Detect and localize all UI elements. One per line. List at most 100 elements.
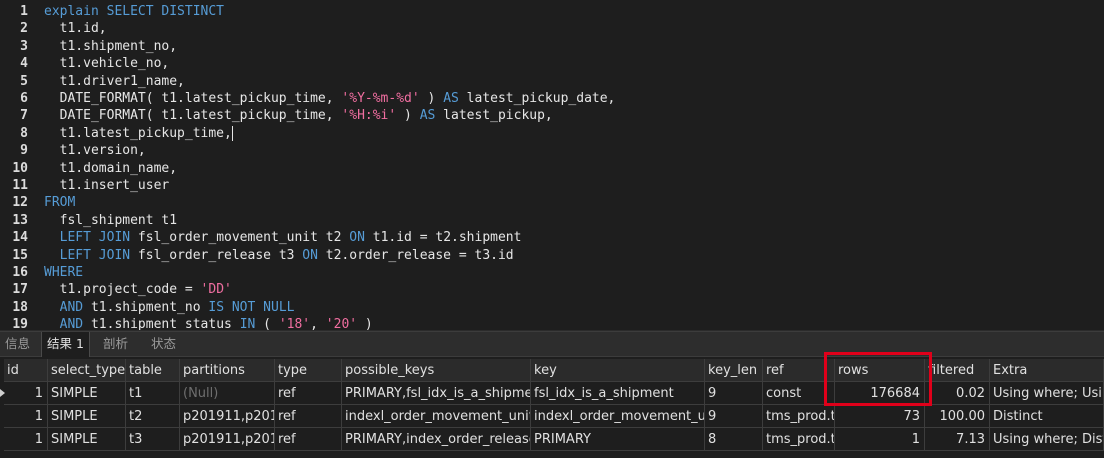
column-header-table[interactable]: table — [126, 359, 180, 382]
cell-select-type[interactable]: SIMPLE — [48, 382, 126, 405]
tab-profile[interactable]: 剖析 — [98, 332, 133, 356]
column-header-rows[interactable]: rows — [835, 359, 925, 382]
cell-possible-keys[interactable]: PRIMARY,fsl_idx_is_a_shipment — [342, 382, 531, 405]
sql-token: DATE_FORMAT( t1.latest_pickup_time, — [44, 91, 342, 106]
column-header-key-len[interactable]: key_len — [705, 359, 763, 382]
cell-id[interactable]: 1 — [4, 382, 48, 405]
code-text: t1.driver1_name, — [44, 73, 185, 90]
cell-select-type[interactable]: SIMPLE — [48, 405, 126, 428]
code-text: t1.domain_name, — [44, 160, 177, 177]
sql-token: t1.latest_pickup_time, — [44, 125, 232, 141]
results-grid[interactable]: id select_type table partitions type possible… — [0, 357, 1104, 458]
sql-token: fsl_order_movement_unit t2 — [130, 230, 350, 246]
cell-key-len[interactable]: 8 — [705, 428, 763, 451]
column-header-partitions[interactable]: partitions — [180, 359, 275, 382]
sql-token: t1.driver1_name, — [44, 73, 185, 89]
cell-table[interactable]: t1 — [126, 382, 180, 405]
sql-string: '18' — [278, 317, 311, 330]
cell-partitions[interactable]: p201911,p201912 — [180, 428, 275, 451]
cell-type[interactable]: ref — [275, 428, 342, 451]
cell-table[interactable]: t3 — [126, 428, 180, 451]
sql-token: t1.insert_user — [44, 178, 170, 193]
line-number: 18 — [12, 299, 28, 315]
code-text: t1.version, — [44, 142, 146, 159]
sql-token: t1.shipment_no — [83, 299, 209, 315]
cell-key[interactable]: PRIMARY — [531, 428, 705, 451]
cell-filtered[interactable]: 0.02 — [925, 382, 990, 405]
line-number: 1 — [20, 4, 28, 19]
cell-ref[interactable]: const — [763, 382, 835, 405]
code-text: t1.shipment_no, — [44, 38, 177, 55]
column-header-id[interactable]: id — [4, 359, 48, 382]
column-header-select-type[interactable]: select_type — [48, 359, 126, 382]
cell-possible-keys[interactable]: indexl_order_movement_unit — [342, 405, 531, 428]
cell-possible-keys[interactable]: PRIMARY,index_order_release — [342, 428, 531, 451]
tab-status[interactable]: 状态 — [146, 332, 181, 356]
table-row[interactable]: 1 SIMPLE t1 (Null) ref PRIMARY,fsl_idx_is_a_s… — [0, 382, 1104, 405]
cell-key-len[interactable]: 9 — [705, 382, 763, 405]
column-header-Extra[interactable]: Extra — [990, 359, 1104, 382]
sql-keyword: ON — [349, 230, 365, 246]
line-number: 17 — [12, 282, 28, 298]
sql-editor[interactable]: 1 explain SELECT DISTINCT 2 t1.id, 3 t1.shi… — [0, 0, 1104, 330]
code-text: FROM — [44, 194, 75, 211]
cell-id[interactable]: 1 — [4, 428, 48, 451]
cell-Extra[interactable]: Using where; Distinct — [990, 428, 1104, 451]
cell-partitions[interactable]: p201911,p201912 — [180, 405, 275, 428]
cell-id[interactable]: 1 — [4, 405, 48, 428]
sql-keyword: AND — [59, 317, 84, 330]
grid-header-row: id select_type table partitions type possible… — [0, 359, 1104, 382]
code-text: t1.project_code = 'DD' — [44, 281, 232, 298]
sql-keyword: WHERE — [44, 265, 84, 280]
cell-rows[interactable]: 1 — [835, 428, 925, 451]
line-number: 4 — [20, 56, 28, 72]
sql-token: ) — [357, 317, 373, 330]
cell-ref[interactable]: tms_prod.t1.id — [763, 405, 835, 428]
sql-keyword: IN — [239, 317, 256, 330]
column-header-key[interactable]: key — [531, 359, 705, 382]
cell-partitions[interactable]: (Null) — [180, 382, 275, 405]
cell-type[interactable]: ref — [275, 382, 342, 405]
line-number: 7 — [20, 108, 28, 124]
cell-select-type[interactable]: SIMPLE — [48, 428, 126, 451]
cell-key[interactable]: fsl_idx_is_a_shipment — [531, 382, 705, 405]
sql-string: 'DD' — [200, 282, 232, 298]
tab-result-1[interactable]: 结果 1 — [41, 332, 90, 357]
sql-token: t2.order_release = t3.id — [317, 247, 514, 263]
cell-key-len[interactable]: 9 — [705, 405, 763, 428]
sql-token: fsl_order_release t3 — [130, 247, 303, 263]
sql-keyword: AS — [443, 91, 459, 106]
sql-keyword: AS — [419, 108, 436, 124]
sql-token: , — [310, 317, 326, 330]
column-header-ref[interactable]: ref — [763, 359, 835, 382]
cell-Extra[interactable]: Using where; Using — [990, 382, 1104, 405]
cell-table[interactable]: t2 — [126, 405, 180, 428]
tab-info[interactable]: 信息 — [0, 332, 35, 356]
sql-string: '20' — [325, 317, 358, 330]
column-header-type[interactable]: type — [275, 359, 342, 382]
cell-rows[interactable]: 176684 — [835, 382, 925, 405]
code-text: DATE_FORMAT( t1.latest_pickup_time, '%Y-… — [44, 90, 616, 107]
sql-token: t1.id, — [44, 21, 107, 37]
cell-rows[interactable]: 73 — [835, 405, 925, 428]
cell-filtered[interactable]: 7.13 — [925, 428, 990, 451]
table-row[interactable]: 1SIMPLEt2p201911,p201912refindexl_order_… — [0, 405, 1104, 428]
cell-ref[interactable]: tms_prod.t2.order_release — [763, 428, 835, 451]
cell-key[interactable]: indexl_order_movement_unit — [531, 405, 705, 428]
sql-keyword: AND — [59, 299, 84, 315]
table-row[interactable]: 1SIMPLEt3p201911,p201912refPRIMARY,index… — [0, 428, 1104, 451]
cell-Extra[interactable]: Distinct — [990, 405, 1104, 428]
column-header-possible-keys[interactable]: possible_keys — [342, 359, 531, 382]
sql-keyword: explain SELECT DISTINCT — [44, 4, 225, 19]
cell-filtered[interactable]: 100.00 — [925, 405, 990, 428]
code-text: t1.id, — [44, 20, 107, 37]
column-header-filtered[interactable]: filtered — [925, 359, 990, 382]
code-text: t1.vehicle_no, — [44, 55, 170, 72]
line-number: 3 — [20, 38, 28, 54]
sql-token: latest_pickup, — [435, 108, 553, 124]
sql-keyword: ON — [302, 247, 318, 263]
cell-type[interactable]: ref — [275, 405, 342, 428]
result-tabbar: 信息 结果 1 剖析 状态 — [0, 331, 1104, 357]
